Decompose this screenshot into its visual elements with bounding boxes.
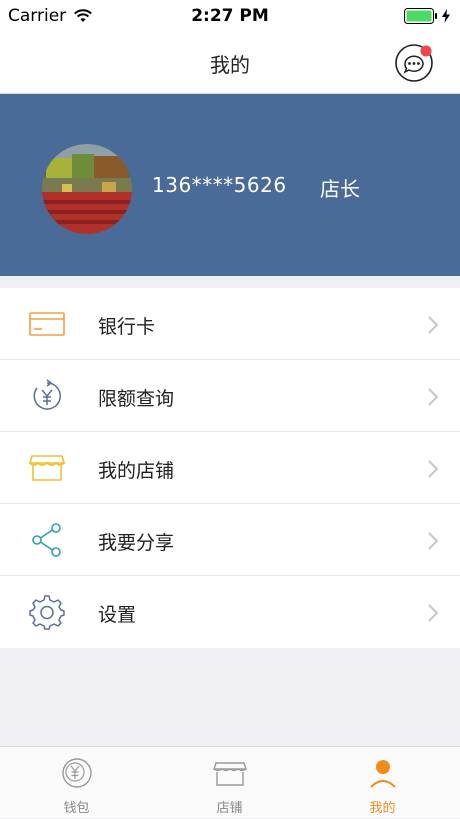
message-button[interactable] (394, 43, 434, 83)
user-role: 店长 (320, 177, 360, 201)
user-phone: 136****5626 (152, 173, 287, 197)
settings-gear-icon (29, 595, 65, 630)
tab-label: 钱包 (63, 801, 90, 816)
wallet-icon (61, 758, 92, 788)
bank-card-icon (29, 312, 65, 336)
avatar[interactable] (42, 144, 132, 234)
tab-bar: 钱包 店铺 我的 (0, 746, 460, 818)
status-bar: Carrier 2:27 PM (0, 0, 460, 33)
chevron-right-icon (428, 460, 439, 478)
menu-list: 银行卡 限额查询 我的店铺 我要分享 设置 (0, 288, 460, 648)
menu-item-limit-query[interactable]: 限额查询 (0, 360, 460, 432)
menu-item-label: 限额查询 (98, 388, 175, 410)
chevron-right-icon (428, 532, 439, 550)
store-photo-image (42, 144, 132, 234)
navigation-bar: 我的 (0, 33, 460, 94)
notification-badge (420, 45, 432, 57)
page-title: 我的 (210, 53, 250, 77)
tab-label: 我的 (369, 801, 396, 816)
menu-item-bank-card[interactable]: 银行卡 (0, 288, 460, 360)
charging-bolt-icon (442, 9, 450, 23)
share-icon (32, 523, 61, 557)
store-icon (212, 762, 247, 786)
tab-label: 店铺 (216, 801, 243, 816)
menu-item-label: 我要分享 (98, 532, 175, 554)
menu-item-label: 我的店铺 (98, 460, 175, 482)
profile-header: 136****5626 店长 (0, 94, 460, 276)
chevron-right-icon (428, 388, 439, 406)
tab-store[interactable]: 店铺 (153, 747, 306, 819)
menu-item-label: 银行卡 (98, 316, 156, 338)
chevron-right-icon (428, 604, 439, 622)
menu-item-my-shop[interactable]: 我的店铺 (0, 432, 460, 504)
clock: 2:27 PM (191, 6, 269, 26)
menu-item-share[interactable]: 我要分享 (0, 504, 460, 576)
battery-indicator (404, 8, 450, 24)
tab-mine[interactable]: 我的 (306, 747, 459, 819)
shop-icon (28, 455, 66, 481)
limit-query-icon (33, 379, 61, 410)
user-icon (369, 760, 396, 788)
menu-item-settings[interactable]: 设置 (0, 576, 460, 648)
menu-item-label: 设置 (98, 604, 137, 626)
chevron-right-icon (428, 316, 439, 334)
tab-wallet[interactable]: 钱包 (0, 747, 153, 819)
battery-icon (404, 8, 437, 24)
